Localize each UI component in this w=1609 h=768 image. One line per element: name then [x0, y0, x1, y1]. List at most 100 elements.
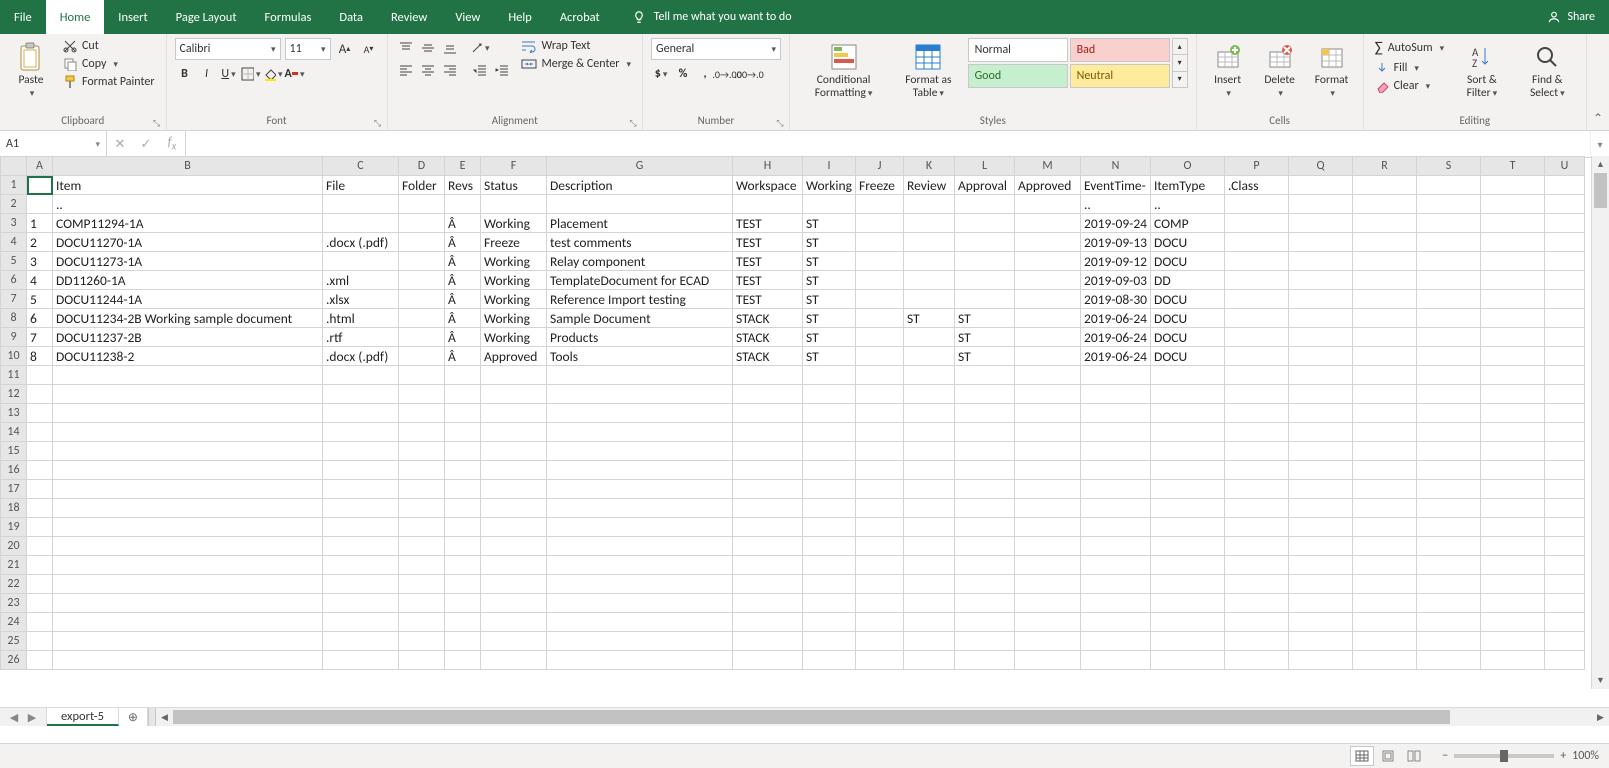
cell[interactable] — [547, 480, 733, 499]
cell[interactable] — [323, 461, 399, 480]
cell[interactable] — [445, 613, 481, 632]
cell[interactable] — [733, 423, 803, 442]
cell[interactable] — [955, 613, 1015, 632]
cell[interactable] — [904, 214, 955, 233]
cell[interactable]: TEST — [733, 233, 803, 252]
cell[interactable] — [904, 518, 955, 537]
cell[interactable] — [1015, 575, 1081, 594]
cell[interactable]: EventTime- — [1081, 176, 1151, 195]
cell[interactable] — [1081, 594, 1151, 613]
font-name-select[interactable]: Calibri▾ — [175, 38, 281, 60]
cell[interactable] — [856, 309, 904, 328]
cell[interactable] — [856, 423, 904, 442]
cell[interactable] — [445, 556, 481, 575]
cell[interactable] — [53, 575, 323, 594]
hscroll-splitter[interactable] — [148, 708, 156, 726]
cell[interactable] — [547, 461, 733, 480]
cell[interactable] — [1015, 651, 1081, 670]
cell[interactable] — [445, 594, 481, 613]
format-as-table-button[interactable]: Format as Table▾ — [895, 38, 961, 102]
cell[interactable]: 2019-06-24 — [1081, 328, 1151, 347]
vertical-scrollbar[interactable]: ▲ ▼ — [1591, 156, 1609, 689]
row-header[interactable]: 18 — [1, 499, 27, 518]
cell[interactable] — [1151, 575, 1225, 594]
cell[interactable] — [1081, 499, 1151, 518]
row-header[interactable]: 26 — [1, 651, 27, 670]
cell[interactable]: Freeze — [856, 176, 904, 195]
cell[interactable] — [1081, 518, 1151, 537]
cell[interactable] — [445, 195, 481, 214]
spreadsheet-grid[interactable]: ABCDEFGHIJKLMNOPQRSTU1ItemFileFolderRevs… — [0, 156, 1585, 670]
cell[interactable] — [856, 556, 904, 575]
name-box[interactable]: A1▾ — [0, 131, 107, 157]
cell[interactable] — [904, 651, 955, 670]
cell[interactable] — [323, 632, 399, 651]
cell[interactable] — [733, 461, 803, 480]
cell[interactable]: 1 — [27, 214, 53, 233]
cell[interactable] — [399, 461, 445, 480]
cell[interactable]: TEST — [733, 252, 803, 271]
cell[interactable] — [1015, 423, 1081, 442]
cell[interactable] — [1081, 366, 1151, 385]
cell[interactable] — [955, 442, 1015, 461]
row-header[interactable]: 20 — [1, 537, 27, 556]
cell[interactable] — [733, 442, 803, 461]
cell[interactable] — [53, 404, 323, 423]
scroll-down-button[interactable]: ▼ — [1592, 672, 1609, 689]
cell[interactable] — [399, 404, 445, 423]
cell[interactable] — [1289, 461, 1353, 480]
cell[interactable] — [1225, 385, 1289, 404]
cell[interactable] — [445, 499, 481, 518]
cell[interactable] — [904, 442, 955, 461]
number-format-select[interactable]: General▾ — [651, 38, 781, 60]
col-header-I[interactable]: I — [803, 157, 856, 176]
cell[interactable] — [445, 366, 481, 385]
cell[interactable]: Â — [445, 233, 481, 252]
cell[interactable] — [856, 328, 904, 347]
cell[interactable]: Â — [445, 214, 481, 233]
cell[interactable] — [1225, 594, 1289, 613]
cell[interactable] — [1225, 651, 1289, 670]
cell[interactable] — [1353, 195, 1417, 214]
cell[interactable] — [1225, 366, 1289, 385]
row-header[interactable]: 1 — [1, 176, 27, 195]
borders-button[interactable]: ▾ — [241, 64, 261, 84]
cell[interactable] — [1353, 461, 1417, 480]
cell[interactable] — [856, 651, 904, 670]
cell[interactable] — [27, 195, 53, 214]
cell[interactable]: Working — [481, 214, 547, 233]
cell[interactable] — [1545, 328, 1585, 347]
cell[interactable] — [1545, 461, 1585, 480]
cell[interactable] — [1289, 309, 1353, 328]
cell[interactable] — [803, 461, 856, 480]
cell[interactable] — [904, 195, 955, 214]
cell[interactable]: Relay component — [547, 252, 733, 271]
cell[interactable] — [1225, 347, 1289, 366]
cell[interactable] — [1417, 499, 1481, 518]
cell[interactable] — [1353, 423, 1417, 442]
cell[interactable] — [904, 594, 955, 613]
page-layout-view-button[interactable] — [1376, 746, 1400, 766]
col-header-L[interactable]: L — [955, 157, 1015, 176]
cell[interactable] — [1225, 575, 1289, 594]
col-header-N[interactable]: N — [1081, 157, 1151, 176]
cell[interactable]: TEST — [733, 214, 803, 233]
col-header-D[interactable]: D — [399, 157, 445, 176]
cell[interactable] — [856, 252, 904, 271]
cell[interactable]: DOCU11244-1A — [53, 290, 323, 309]
cell[interactable] — [547, 423, 733, 442]
cell[interactable] — [27, 594, 53, 613]
scroll-right-button[interactable]: ▶ — [1592, 708, 1609, 726]
cell[interactable] — [1151, 537, 1225, 556]
cell[interactable] — [1417, 442, 1481, 461]
cell[interactable] — [856, 385, 904, 404]
cell[interactable] — [547, 594, 733, 613]
cell[interactable] — [1015, 442, 1081, 461]
cell[interactable] — [803, 442, 856, 461]
cell[interactable] — [1015, 385, 1081, 404]
cell[interactable] — [1151, 556, 1225, 575]
cell[interactable] — [399, 328, 445, 347]
cell[interactable]: Â — [445, 271, 481, 290]
cell[interactable]: Description — [547, 176, 733, 195]
cell[interactable] — [399, 594, 445, 613]
